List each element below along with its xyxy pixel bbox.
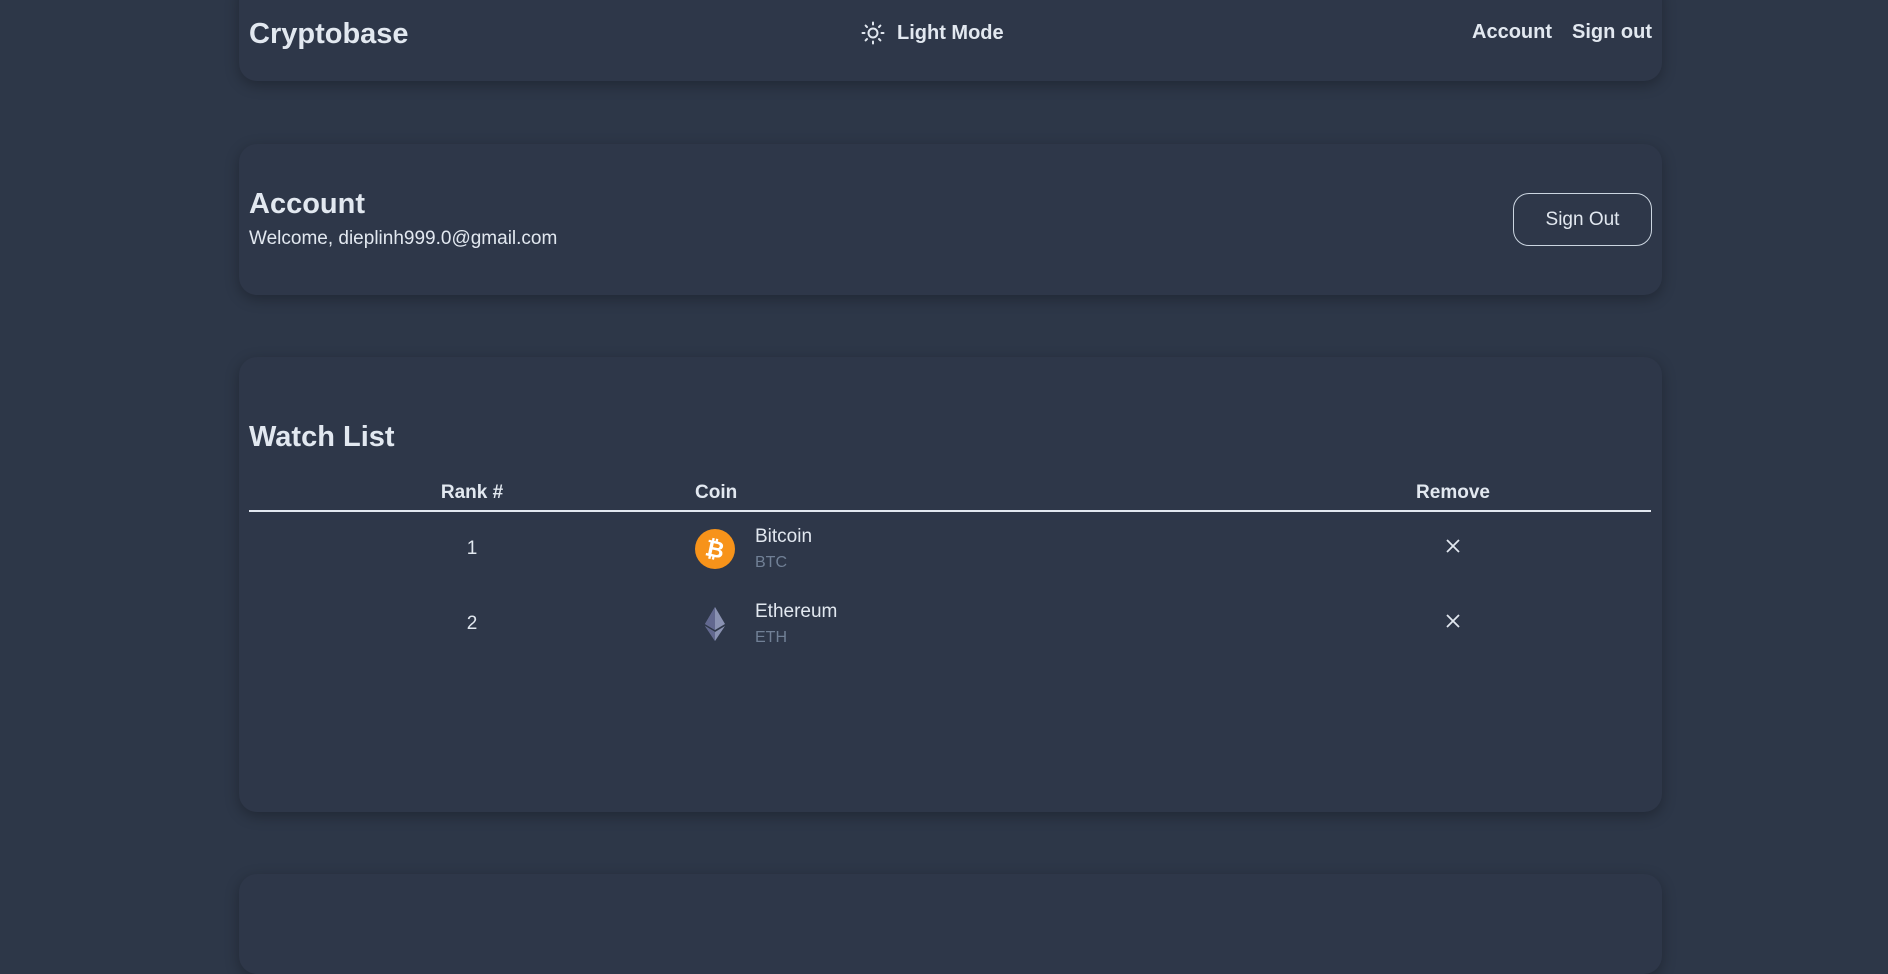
- table-row: 1 ₿ Bitcoin BTC: [249, 511, 1651, 586]
- remove-icon[interactable]: [1443, 536, 1463, 556]
- coin-symbol: ETH: [755, 628, 787, 646]
- row-remove: [1095, 586, 1651, 661]
- row-coin: ₿ Bitcoin BTC: [695, 511, 1095, 586]
- header-coin: Coin: [695, 482, 738, 503]
- theme-toggle-label: Light Mode: [897, 21, 1004, 44]
- watchlist-card: Watch List Rank # Coin Remove 1 ₿ Bitcoi…: [239, 357, 1662, 812]
- watchlist-title: Watch List: [249, 421, 395, 453]
- nav-signout-link[interactable]: Sign out: [1572, 21, 1652, 44]
- nav-account-link[interactable]: Account: [1472, 21, 1552, 44]
- account-card: Account Welcome, dieplinh999.0@gmail.com…: [239, 144, 1662, 295]
- coin-name[interactable]: Bitcoin: [755, 526, 812, 548]
- row-rank: 2: [466, 612, 478, 634]
- ethereum-icon: [695, 604, 735, 644]
- welcome-text: Welcome, dieplinh999.0@gmail.com: [249, 228, 558, 249]
- bitcoin-icon: ₿: [695, 529, 735, 569]
- table-row: 2 Ethereum ETH: [249, 586, 1651, 661]
- sign-out-button[interactable]: Sign Out: [1513, 193, 1652, 246]
- row-coin: Ethereum ETH: [695, 586, 1095, 661]
- coin-name[interactable]: Ethereum: [755, 601, 837, 623]
- theme-toggle[interactable]: Light Mode: [861, 21, 1004, 45]
- nav-links: Account Sign out: [1472, 21, 1652, 44]
- sun-icon: [861, 21, 885, 45]
- coin-symbol: BTC: [755, 554, 787, 571]
- footer-card: [239, 874, 1662, 974]
- row-rank: 1: [466, 538, 478, 559]
- remove-icon[interactable]: [1443, 611, 1463, 631]
- navbar: Cryptobase Light Mode Account Sign out: [239, 0, 1662, 81]
- header-rank: Rank #: [440, 482, 504, 503]
- account-title: Account: [249, 188, 365, 220]
- watchlist-table: Rank # Coin Remove 1 ₿ Bitcoin BTC 2 Eth…: [249, 480, 1651, 661]
- header-remove: Remove: [1416, 482, 1490, 503]
- table-header-row: Rank # Coin Remove: [249, 480, 1651, 511]
- brand-logo[interactable]: Cryptobase: [249, 18, 409, 51]
- row-remove: [1095, 511, 1651, 586]
